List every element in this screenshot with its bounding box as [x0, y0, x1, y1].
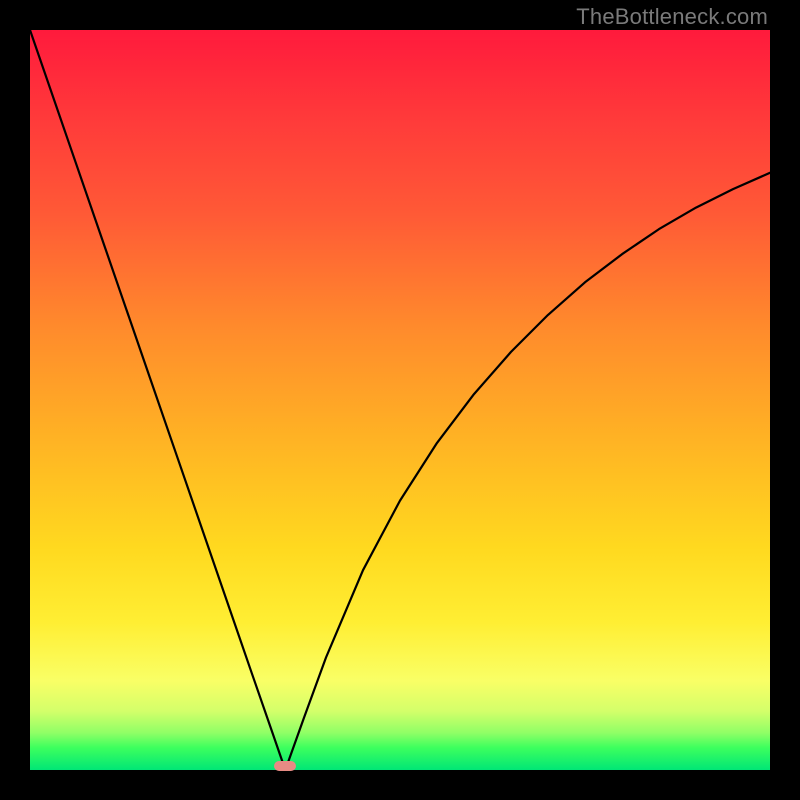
watermark-text: TheBottleneck.com: [576, 4, 768, 30]
bottleneck-curve: [30, 30, 770, 770]
chart-frame: TheBottleneck.com: [0, 0, 800, 800]
plot-area: [30, 30, 770, 770]
curve-path: [30, 30, 770, 770]
optimum-marker: [274, 761, 296, 771]
